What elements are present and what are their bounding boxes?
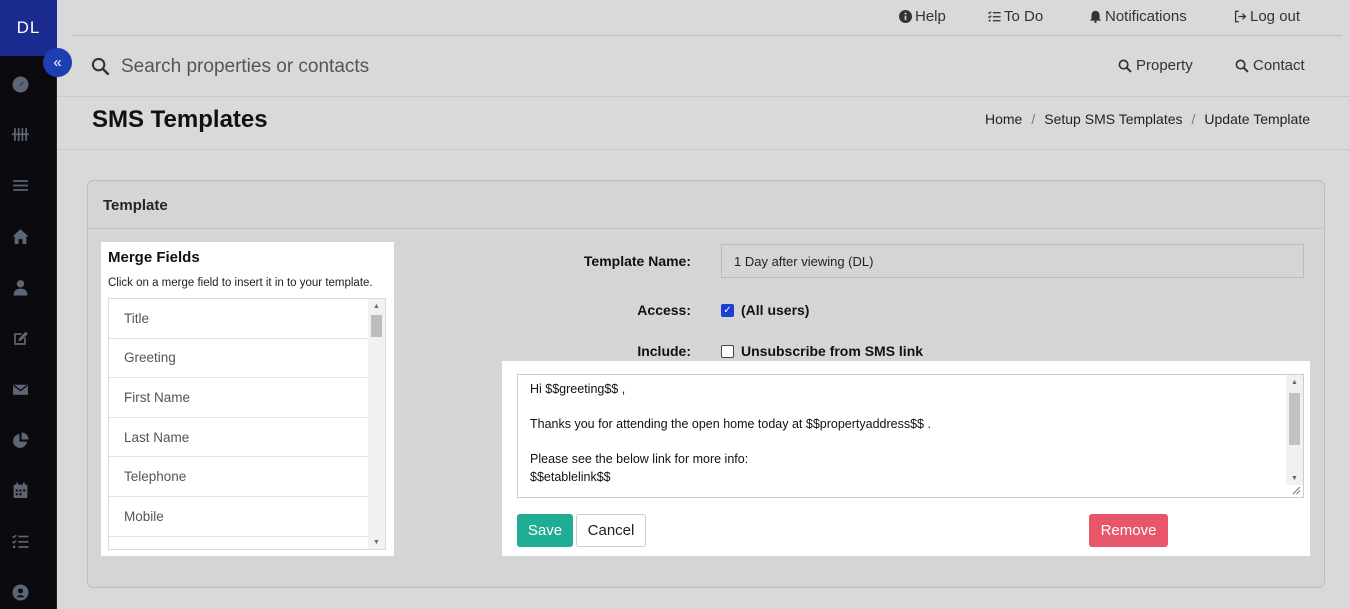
- list-icon[interactable]: [10, 175, 30, 195]
- logo[interactable]: DL: [0, 0, 57, 56]
- sidebar: DL: [0, 0, 57, 609]
- top-nav: Help To Do Notifications Log out: [72, 0, 1342, 36]
- merge-fields-panel: Merge Fields Click on a merge field to i…: [101, 242, 394, 556]
- scroll-down-icon[interactable]: ▼: [368, 535, 385, 549]
- message-body[interactable]: Hi $$greeting$$ , Thanks you for attendi…: [530, 381, 1280, 486]
- merge-field-first-name[interactable]: First Name: [109, 378, 368, 418]
- merge-fields-list[interactable]: Title Greeting First Name Last Name Tele…: [108, 298, 386, 550]
- search-icon: [91, 57, 110, 81]
- property-label: Property: [1136, 57, 1193, 74]
- unsubscribe-link-checkbox[interactable]: [721, 345, 734, 358]
- merge-field-mobile[interactable]: Mobile: [109, 497, 368, 537]
- scroll-down-icon[interactable]: ▼: [1286, 471, 1303, 485]
- info-icon: [899, 10, 912, 23]
- search-input[interactable]: [121, 53, 681, 81]
- contact-label: Contact: [1253, 57, 1305, 74]
- search-property-button[interactable]: Property: [1118, 57, 1193, 74]
- remove-button[interactable]: Remove: [1089, 514, 1168, 547]
- tasks-icon[interactable]: [10, 531, 30, 551]
- collapse-sidebar-button[interactable]: «: [43, 48, 72, 77]
- bell-icon: [1089, 10, 1102, 23]
- access-label: Access:: [637, 302, 691, 318]
- include-label: Include:: [637, 343, 691, 359]
- card-title: Template: [103, 197, 168, 214]
- tally-icon[interactable]: [10, 124, 30, 144]
- merge-field-last-name[interactable]: Last Name: [109, 418, 368, 458]
- breadcrumb-home[interactable]: Home: [985, 111, 1022, 127]
- message-textarea[interactable]: Hi $$greeting$$ , Thanks you for attendi…: [517, 374, 1304, 498]
- search-contact-button[interactable]: Contact: [1235, 57, 1305, 74]
- merge-list-scrollbar[interactable]: ▲ ▼: [368, 299, 385, 549]
- breadcrumb-update-template: Update Template: [1204, 111, 1310, 127]
- dashboard-icon[interactable]: [10, 74, 30, 94]
- merge-field-title[interactable]: Title: [109, 299, 368, 339]
- contact-icon[interactable]: [10, 582, 30, 602]
- page-header: SMS Templates Home / Setup SMS Templates…: [57, 96, 1349, 150]
- todo-label: To Do: [1004, 8, 1044, 25]
- envelope-icon[interactable]: [10, 379, 30, 399]
- resize-handle-icon[interactable]: [1291, 485, 1301, 495]
- edit-icon[interactable]: [10, 328, 30, 348]
- notifications-link[interactable]: Notifications: [1089, 8, 1187, 25]
- template-name-label: Template Name:: [583, 253, 691, 269]
- help-link[interactable]: Help: [899, 8, 946, 25]
- merge-field-greeting[interactable]: Greeting: [109, 339, 368, 379]
- access-all-users-checkbox[interactable]: ✓: [721, 304, 734, 317]
- logout-label: Log out: [1250, 8, 1301, 25]
- breadcrumb-setup-sms-templates[interactable]: Setup SMS Templates: [1044, 111, 1182, 127]
- include-option-label: Unsubscribe from SMS link: [741, 343, 924, 359]
- merge-field-telephone[interactable]: Telephone: [109, 457, 368, 497]
- merge-fields-hint: Click on a merge field to insert it in t…: [108, 277, 373, 289]
- notifications-label: Notifications: [1105, 8, 1187, 25]
- scroll-up-icon[interactable]: ▲: [1286, 375, 1303, 389]
- cancel-button[interactable]: Cancel: [576, 514, 646, 547]
- tasks-icon: [988, 11, 1001, 22]
- search-icon: [1118, 59, 1132, 73]
- todo-link[interactable]: To Do: [988, 8, 1043, 25]
- breadcrumb-separator: /: [1031, 111, 1036, 127]
- card-header: Template: [88, 181, 1324, 229]
- help-label: Help: [915, 8, 946, 25]
- calendar-icon[interactable]: [10, 480, 30, 500]
- breadcrumb: Home / Setup SMS Templates / Update Temp…: [985, 111, 1310, 127]
- template-name-input[interactable]: [721, 244, 1304, 278]
- home-icon[interactable]: [10, 226, 30, 246]
- search-bar: Property Contact: [72, 36, 1342, 96]
- pie-chart-icon[interactable]: [10, 430, 30, 450]
- user-icon[interactable]: [10, 277, 30, 297]
- scroll-up-icon[interactable]: ▲: [368, 299, 385, 313]
- scrollbar-thumb[interactable]: [371, 315, 382, 337]
- merge-fields-title: Merge Fields: [108, 249, 200, 266]
- breadcrumb-separator: /: [1191, 111, 1196, 127]
- scrollbar-thumb[interactable]: [1289, 393, 1300, 445]
- save-button[interactable]: Save: [517, 514, 573, 547]
- logout-icon: [1234, 10, 1247, 23]
- search-icon: [1235, 59, 1249, 73]
- page-title: SMS Templates: [92, 106, 268, 133]
- message-scrollbar[interactable]: ▲ ▼: [1286, 375, 1303, 485]
- logout-link[interactable]: Log out: [1234, 8, 1300, 25]
- access-option-label: (All users): [741, 302, 810, 318]
